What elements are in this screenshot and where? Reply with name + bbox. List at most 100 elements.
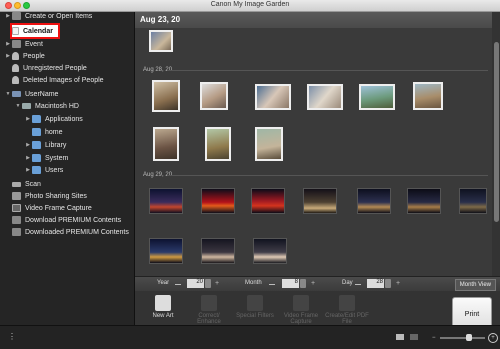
sidebar-item-system[interactable]: ▶ System	[24, 152, 68, 164]
share-icon	[12, 192, 21, 200]
sidebar-item-label: home	[45, 128, 63, 136]
sidebar-item-downloaded-premium-contents[interactable]: Downloaded PREMIUM Contents	[12, 226, 129, 238]
zoom-slider-knob[interactable]	[466, 334, 472, 341]
window-title: Canon My Image Garden	[210, 1, 290, 8]
disclosure-triangle-expanded-icon[interactable]: ▼	[4, 91, 12, 97]
video-frame-capture-button[interactable]: Video Frame Capture	[279, 295, 323, 325]
video-frame-capture-label: Video Frame Capture	[283, 313, 319, 325]
photo-thumbnail[interactable]	[153, 127, 179, 161]
year-stepper[interactable]	[205, 279, 211, 288]
sidebar-item-label: Downloaded PREMIUM Contents	[25, 228, 129, 236]
scrollbar-thumb[interactable]	[494, 42, 499, 222]
year-plus-icon[interactable]: +	[215, 280, 219, 287]
photo-thumbnail[interactable]	[200, 82, 228, 110]
zoom-out-icon[interactable]: −	[432, 335, 436, 341]
section-divider	[167, 70, 488, 71]
event-icon	[12, 40, 21, 48]
photo-thumbnail[interactable]	[357, 188, 391, 214]
disclosure-triangle-icon[interactable]: ▶	[24, 155, 32, 161]
sidebar-item-label: Scan	[25, 180, 41, 188]
disclosure-triangle-icon[interactable]: ▶	[4, 41, 12, 47]
special-filters-label: Special Filters	[236, 313, 274, 319]
disclosure-triangle-icon[interactable]: ▶	[24, 116, 32, 122]
sidebar-item-video-frame-capture[interactable]: Video Frame Capture	[12, 202, 92, 214]
sidebar-item-username[interactable]: ▼ UserName	[4, 88, 59, 100]
photo-thumbnail[interactable]	[205, 127, 231, 161]
day-field[interactable]: 28	[367, 279, 384, 288]
vertical-scrollbar[interactable]	[492, 12, 500, 276]
info-icon[interactable]: ⋮	[8, 332, 16, 341]
photo-thumbnail[interactable]	[201, 238, 235, 264]
photo-thumbnail[interactable]	[255, 84, 291, 110]
special-filters-button[interactable]: Special Filters	[233, 295, 277, 319]
photo-thumbnail[interactable]	[303, 188, 337, 214]
create-edit-pdf-button[interactable]: Create/Edit PDF File	[325, 295, 369, 325]
month-view-button[interactable]: Month View	[454, 279, 496, 291]
day-plus-icon[interactable]: +	[396, 280, 400, 287]
photo-thumbnail[interactable]	[413, 82, 443, 110]
month-stepper[interactable]	[300, 279, 306, 288]
disclosure-triangle-icon[interactable]: ▶	[24, 167, 32, 173]
sidebar-item-label: Deleted Images of People	[23, 76, 104, 84]
new-art-button[interactable]: New Art	[141, 295, 185, 319]
disclosure-triangle-icon[interactable]: ▶	[4, 53, 12, 59]
photo-thumbnail[interactable]	[407, 188, 441, 214]
zoom-in-icon[interactable]: +	[488, 333, 498, 343]
folder-icon	[32, 115, 41, 123]
photo-thumbnail[interactable]	[459, 188, 487, 214]
sidebar-item-event[interactable]: ▶ Event	[4, 38, 43, 50]
sidebar: ▶ Create or Open Items Calendar ▶ Event …	[0, 12, 135, 325]
video-frame-capture-icon	[293, 295, 309, 311]
sidebar-item-people[interactable]: ▶ People	[4, 50, 45, 62]
folder-icon	[32, 141, 41, 149]
disclosure-triangle-expanded-icon[interactable]: ▼	[14, 103, 22, 109]
sidebar-item-unregistered-people[interactable]: Unregistered People	[12, 62, 87, 74]
year-minus-icon[interactable]	[175, 284, 181, 285]
correct-enhance-label: Correct/ Enhance	[197, 313, 221, 325]
photo-thumbnail[interactable]	[307, 84, 343, 110]
person-icon	[12, 64, 19, 72]
sidebar-item-label: Library	[45, 141, 67, 149]
correct-enhance-button[interactable]: Correct/ Enhance	[187, 295, 231, 325]
date-navigation-bar: Year 20 + Month 8 + Day 28 + Month View	[135, 276, 500, 291]
sidebar-item-macintosh-hd[interactable]: ▼ Macintosh HD	[14, 100, 79, 112]
sidebar-item-users[interactable]: ▶ Users	[24, 164, 63, 176]
month-minus-icon[interactable]	[269, 284, 275, 285]
photo-thumbnail[interactable]	[255, 127, 283, 161]
sidebar-item-scan[interactable]: Scan	[12, 178, 41, 190]
section-divider	[167, 175, 488, 176]
year-field[interactable]: 20	[187, 279, 204, 288]
photo-thumbnail[interactable]	[251, 188, 285, 214]
photo-thumbnail[interactable]	[201, 188, 235, 214]
photo-thumbnail[interactable]	[149, 188, 183, 214]
day-minus-icon[interactable]	[355, 284, 361, 285]
scan-icon	[12, 181, 21, 187]
photo-thumbnail[interactable]	[359, 84, 395, 110]
photo-thumbnail[interactable]	[152, 80, 180, 112]
sidebar-item-label: Macintosh HD	[35, 102, 79, 110]
month-plus-icon[interactable]: +	[311, 280, 315, 287]
photo-thumbnail[interactable]	[149, 30, 173, 52]
sidebar-item-label: Download PREMIUM Contents	[25, 216, 122, 224]
film-icon	[12, 204, 21, 212]
photo-thumbnail[interactable]	[149, 238, 183, 264]
photo-thumbnail[interactable]	[253, 238, 287, 264]
month-field[interactable]: 8	[282, 279, 299, 288]
sidebar-item-label: UserName	[25, 90, 59, 98]
correct-enhance-icon	[201, 295, 217, 311]
sidebar-item-photo-sharing-sites[interactable]: Photo Sharing Sites	[12, 190, 87, 202]
premium-icon	[12, 216, 21, 224]
sidebar-item-deleted-images-of-people[interactable]: Deleted Images of People	[12, 74, 104, 86]
list-view-icon[interactable]	[410, 334, 418, 340]
disclosure-triangle-icon[interactable]: ▶	[4, 13, 12, 19]
sidebar-item-applications[interactable]: ▶ Applications	[24, 113, 83, 125]
sidebar-item-calendar[interactable]: Calendar	[12, 25, 53, 37]
sidebar-item-home[interactable]: home	[32, 126, 63, 138]
sidebar-item-download-premium-contents[interactable]: Download PREMIUM Contents	[12, 214, 121, 226]
sidebar-item-create-or-open-items[interactable]: ▶ Create or Open Items	[4, 12, 92, 22]
disclosure-triangle-icon[interactable]: ▶	[24, 142, 32, 148]
sidebar-item-library[interactable]: ▶ Library	[24, 139, 66, 151]
day-stepper[interactable]	[385, 279, 391, 288]
grid-view-icon[interactable]	[396, 334, 404, 340]
zoom-slider[interactable]	[440, 337, 485, 339]
